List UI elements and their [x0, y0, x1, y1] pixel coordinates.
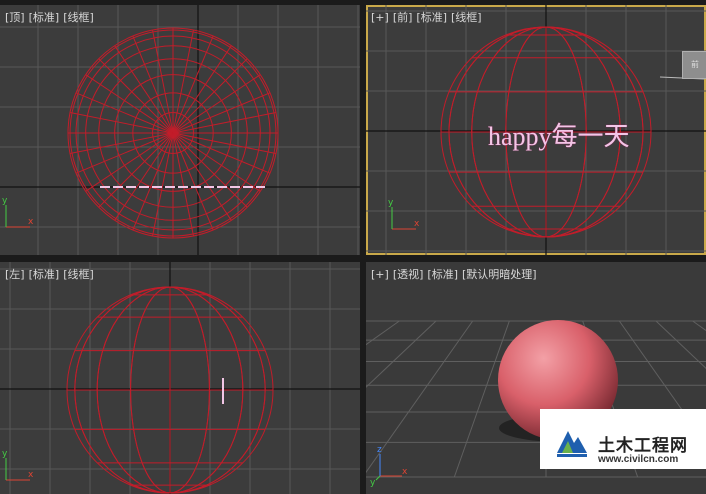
viewport-front-label[interactable]: [+] [前] [标准] [线框] [371, 9, 486, 25]
render-mode-label[interactable]: [标准] [29, 268, 60, 281]
axis-x-label: x [28, 470, 34, 480]
render-mode-label[interactable]: [标准] [29, 11, 60, 24]
plus-menu-label[interactable]: [+] [371, 11, 389, 24]
shading-label[interactable]: [线框] [63, 11, 94, 24]
view-name-label[interactable]: [透视] [393, 268, 424, 281]
plus-menu-label[interactable]: [+] [371, 268, 389, 281]
render-mode-label[interactable]: [标准] [416, 11, 447, 24]
left-view-canvas: xy [0, 262, 360, 494]
axis-gizmo: xy [388, 198, 420, 230]
scene-text-object[interactable]: happy每一天 [488, 116, 630, 153]
watermark-url: www.civilcn.com [598, 454, 679, 465]
viewport-top-label[interactable]: [顶] [标准] [线框] [5, 9, 98, 25]
sphere-wireframe [67, 27, 279, 239]
viewport-left[interactable]: xy [左] [标准] [线框] [0, 262, 360, 494]
shading-label[interactable]: [默认明暗处理] [462, 268, 537, 281]
axis-x-label: x [28, 217, 34, 227]
axis-x-label: x [414, 219, 420, 229]
axis-gizmo: xy [2, 449, 34, 481]
view-name-label[interactable]: [左] [5, 268, 25, 281]
axis-x-label: x [402, 467, 408, 477]
sphere-wireframe [66, 286, 274, 494]
axis-z-label: z [377, 445, 382, 455]
axis-y-label: y [2, 196, 8, 206]
axis-y-label: y [388, 198, 394, 208]
viewport-perspective-label[interactable]: [+] [透视] [标准] [默认明暗处理] [371, 266, 541, 282]
render-mode-label[interactable]: [标准] [427, 268, 458, 281]
watermark-name: 土木工程网 [598, 436, 688, 456]
watermark: 土木工程网 www.civilcn.com [540, 409, 706, 469]
viewport-top[interactable]: xy [顶] [标准] [线框] [0, 5, 360, 255]
shading-label[interactable]: [线框] [451, 11, 482, 24]
viewcube[interactable]: 前 [676, 43, 706, 83]
view-name-label[interactable]: [前] [393, 11, 413, 24]
axis-gizmo: xy [2, 196, 34, 228]
viewport-left-label[interactable]: [左] [标准] [线框] [5, 266, 98, 282]
axis-y-label: y [370, 478, 376, 488]
axis-y-label: y [2, 449, 8, 459]
shading-label[interactable]: [线框] [63, 268, 94, 281]
grid [0, 262, 360, 494]
view-name-label[interactable]: [顶] [5, 11, 25, 24]
top-view-canvas: xy [0, 5, 360, 255]
civilcn-logo-icon [557, 431, 587, 457]
axis-gizmo: z y x [370, 445, 408, 488]
viewcube-front-face[interactable]: 前 [682, 51, 706, 79]
